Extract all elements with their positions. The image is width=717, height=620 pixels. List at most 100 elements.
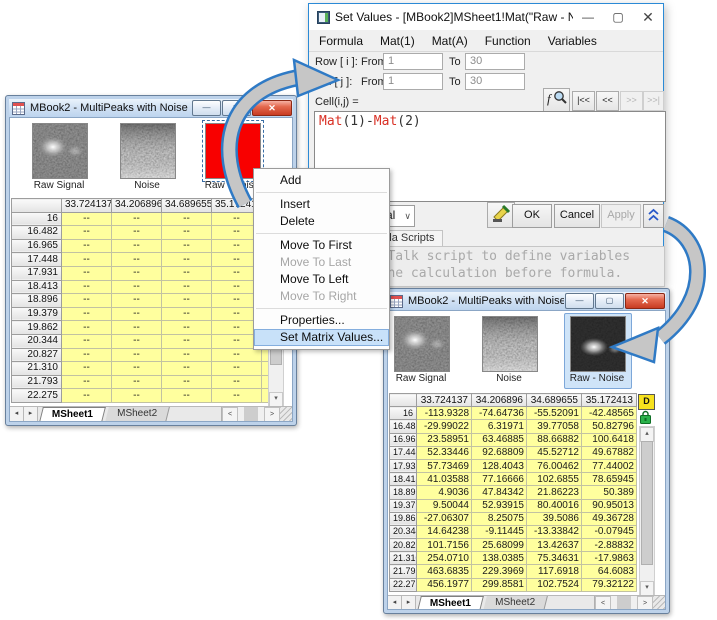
matrix-cell[interactable]: -- — [62, 389, 112, 403]
matrix-cell[interactable]: -- — [162, 226, 212, 240]
apply-formula-stamp-button[interactable] — [487, 202, 515, 228]
matrix-cell[interactable]: 456.1977 — [417, 578, 472, 591]
apply-button[interactable]: Apply — [601, 204, 641, 228]
row-header-cell[interactable]: 16.482 — [12, 226, 62, 240]
matrix-cell[interactable]: -- — [162, 348, 212, 362]
matrix-cell[interactable]: -- — [112, 294, 162, 308]
hscroll-right-icon[interactable]: > — [264, 407, 280, 422]
matrix-cell[interactable]: -- — [162, 294, 212, 308]
matrix-cell[interactable]: -- — [212, 389, 262, 403]
matrix-cell[interactable]: -- — [112, 389, 162, 403]
row-header-cell[interactable]: 17.931 — [390, 459, 417, 472]
matrix-cell[interactable]: -- — [162, 239, 212, 253]
matrix-cell[interactable]: 78.65945 — [582, 473, 637, 486]
matrix-cell[interactable]: -- — [62, 266, 112, 280]
dialog-menu-function[interactable]: Function — [485, 34, 531, 48]
matrix-cell[interactable]: -- — [162, 307, 212, 321]
matrix-cell[interactable]: -- — [162, 375, 212, 389]
matrix-cell[interactable]: 76.00462 — [527, 459, 582, 472]
dimension-d-icon[interactable]: D — [638, 394, 655, 410]
hscroll-left-icon[interactable]: < — [222, 407, 238, 422]
collapse-panel-button[interactable] — [643, 204, 664, 228]
matrix-cell[interactable]: -- — [212, 348, 262, 362]
matrix-cell[interactable]: -42.48565 — [582, 407, 637, 420]
col-to-field[interactable]: 30 — [465, 73, 525, 90]
matrix-cell[interactable]: -- — [162, 389, 212, 403]
matrix-cell[interactable]: -9.11445 — [472, 525, 527, 538]
hscroll-track[interactable] — [238, 407, 264, 422]
matrix-cell[interactable]: -- — [112, 212, 162, 226]
matrix-cell[interactable]: -113.9328 — [417, 407, 472, 420]
matrix-cell[interactable]: 9.50044 — [417, 499, 472, 512]
menu-item-delete[interactable]: Delete — [254, 213, 389, 230]
matrix-cell[interactable]: -- — [112, 321, 162, 335]
matrix-cell[interactable]: -- — [162, 362, 212, 376]
minimize-button[interactable]: — — [565, 293, 594, 309]
row-header-cell[interactable]: 19.862 — [390, 512, 417, 525]
matrix-cell[interactable]: -2.88832 — [582, 539, 637, 552]
row-header-cell[interactable]: 21.793 — [390, 565, 417, 578]
scrollbar-thumb[interactable] — [641, 441, 653, 565]
matrix-cell[interactable]: -- — [212, 362, 262, 376]
matrix-cell[interactable]: 79.32122 — [582, 578, 637, 591]
menu-item-properties[interactable]: Properties... — [254, 312, 389, 329]
matrix-cell[interactable]: -- — [62, 226, 112, 240]
col-header-cell[interactable]: 33.724137 — [417, 394, 472, 407]
row-header-cell[interactable]: 18.413 — [12, 280, 62, 294]
menu-item-move-to-left[interactable]: Move To Left — [254, 271, 389, 288]
matrix-cell[interactable]: -- — [162, 253, 212, 267]
dialog-titlebar[interactable]: Set Values - [MBook2]MSheet1!Mat("Raw - … — [309, 4, 663, 30]
corner-header-cell[interactable] — [390, 394, 417, 407]
matrix-cell[interactable]: 50.389 — [582, 486, 637, 499]
tab-scroll-right-icon[interactable]: ▸ — [24, 407, 38, 422]
dialog-menu-mat-a-[interactable]: Mat(A) — [432, 34, 468, 48]
matrix-cell[interactable]: -- — [112, 280, 162, 294]
matrix-cell[interactable]: -- — [112, 226, 162, 240]
dialog-minimize-button[interactable]: — — [573, 10, 603, 24]
matrix-cell[interactable]: 138.0385 — [472, 552, 527, 565]
matrix-cell[interactable]: 299.8581 — [472, 578, 527, 591]
matrix-cell[interactable]: -- — [212, 375, 262, 389]
matrix-cell[interactable]: -- — [62, 212, 112, 226]
resize-grip[interactable] — [653, 596, 665, 610]
matrix-cell[interactable]: 100.6418 — [582, 433, 637, 446]
row-header-cell[interactable]: 17.931 — [12, 266, 62, 280]
vertical-scrollbar[interactable]: ▴ ▾ — [639, 426, 655, 597]
matrix-cell[interactable]: -- — [112, 266, 162, 280]
row-header-cell[interactable]: 19.379 — [12, 307, 62, 321]
nav-prev-button[interactable]: << — [596, 91, 619, 111]
matrix-cell[interactable]: 13.42637 — [527, 539, 582, 552]
dialog-menu-formula[interactable]: Formula — [319, 34, 363, 48]
matrix-cell[interactable]: 52.93915 — [472, 499, 527, 512]
matrix-cell[interactable]: 64.6083 — [582, 565, 637, 578]
hscroll-left-icon[interactable]: < — [595, 596, 611, 610]
tab-scroll-left-icon[interactable]: ◂ — [388, 596, 402, 610]
menu-item-insert[interactable]: Insert — [254, 196, 389, 213]
matrix-cell[interactable]: 254.0710 — [417, 552, 472, 565]
row-header-cell[interactable]: 22.275 — [390, 578, 417, 591]
resize-grip[interactable] — [280, 407, 292, 422]
row-header-cell[interactable]: 16.965 — [12, 239, 62, 253]
matrix-cell[interactable]: 50.82796 — [582, 420, 637, 433]
nav-first-button[interactable]: |<< — [572, 91, 595, 111]
matrix-cell[interactable]: 77.16666 — [472, 473, 527, 486]
row-header-cell[interactable]: 20.827 — [390, 539, 417, 552]
ok-button[interactable]: OK — [512, 204, 552, 228]
minimize-button[interactable]: — — [192, 100, 221, 116]
row-header-cell[interactable]: 16 — [390, 407, 417, 420]
matrix-cell[interactable]: -- — [62, 253, 112, 267]
row-header-cell[interactable]: 16.965 — [390, 433, 417, 446]
scroll-down-icon[interactable]: ▾ — [269, 392, 283, 407]
dialog-menu-mat-1-[interactable]: Mat(1) — [380, 34, 415, 48]
matrix-cell[interactable]: -- — [162, 280, 212, 294]
matrix-cell[interactable]: -27.06307 — [417, 512, 472, 525]
row-header-cell[interactable]: 21.310 — [390, 552, 417, 565]
thumbnail-raw-minus-noise[interactable] — [570, 316, 626, 372]
row-header-cell[interactable]: 20.344 — [12, 334, 62, 348]
nav-last-button[interactable]: >>| — [643, 91, 664, 111]
matrix-cell[interactable]: 75.34631 — [527, 552, 582, 565]
matrix-cell[interactable]: 4.9036 — [417, 486, 472, 499]
dialog-menu-variables[interactable]: Variables — [548, 34, 597, 48]
matrix-cell[interactable]: -0.07945 — [582, 525, 637, 538]
matrix-cell[interactable]: 102.7524 — [527, 578, 582, 591]
